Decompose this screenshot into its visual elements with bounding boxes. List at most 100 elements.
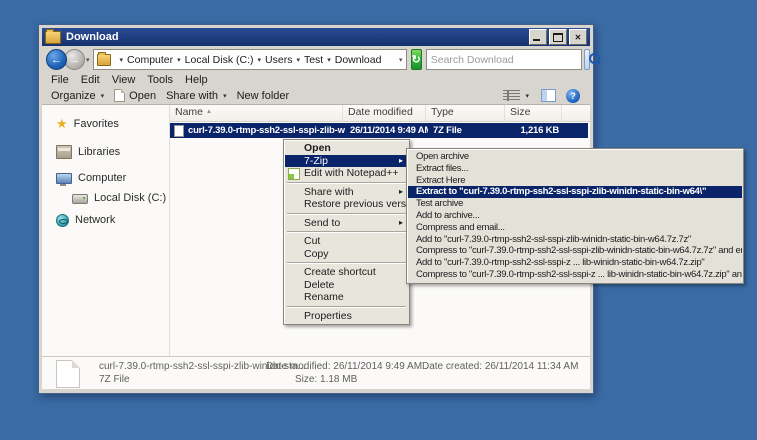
close-button[interactable]	[569, 29, 587, 45]
submenu-add-to-zip[interactable]: Add to "curl-7.39.0-rtmp-ssh2-ssl-sspi-z…	[408, 257, 742, 269]
menu-tools[interactable]: Tools	[147, 74, 173, 86]
search-button[interactable]	[584, 49, 590, 70]
sidebar-label: Computer	[78, 172, 126, 184]
chevron-down-icon[interactable]: ▾	[525, 92, 529, 100]
sidebar-item-computer[interactable]: Computer	[56, 171, 126, 185]
maximize-button[interactable]	[549, 29, 567, 45]
search-input[interactable]: Search Download	[426, 49, 582, 70]
open-label: Open	[129, 90, 156, 102]
breadcrumb-users[interactable]: Users	[265, 54, 292, 66]
context-menu-create-shortcut[interactable]: Create shortcut	[285, 266, 408, 279]
submenu-extract-here[interactable]: Extract Here	[408, 175, 742, 187]
organize-button[interactable]: Organize ▾	[51, 90, 104, 102]
context-menu-cut[interactable]: Cut	[285, 235, 408, 248]
refresh-button[interactable]: ↻	[411, 49, 422, 70]
breadcrumb-computer[interactable]: Computer	[127, 54, 173, 66]
breadcrumb-chevron-icon[interactable]: ▾	[120, 56, 124, 64]
column-header-type[interactable]: Type	[426, 105, 505, 121]
submenu-open-archive[interactable]: Open archive	[408, 151, 742, 163]
breadcrumb-chevron-icon[interactable]: ▾	[296, 56, 300, 64]
menu-separator	[287, 213, 406, 215]
menu-item-label: Edit with Notepad++	[304, 167, 399, 179]
menu-separator	[287, 262, 406, 264]
menu-help[interactable]: Help	[185, 74, 208, 86]
sidebar-label: Favorites	[74, 118, 119, 130]
file-name: curl-7.39.0-rtmp-ssh2-ssl-sspi-zlib-wini…	[188, 125, 345, 136]
column-header-name[interactable]: Name▲	[170, 105, 343, 121]
context-menu-7zip[interactable]: 7-Zip	[285, 155, 408, 168]
menu-separator	[287, 231, 406, 233]
share-with-button[interactable]: Share with ▾	[166, 90, 227, 102]
context-menu-send-to[interactable]: Send to	[285, 217, 408, 230]
address-breadcrumb[interactable]: ▾ Computer ▾ Local Disk (C:) ▾ Users ▾ T…	[93, 49, 407, 70]
sidebar-item-network[interactable]: Network	[56, 213, 115, 227]
submenu-test-archive[interactable]: Test archive	[408, 198, 742, 210]
disk-icon	[72, 194, 88, 204]
sidebar-item-libraries[interactable]: Libraries	[56, 145, 120, 159]
chevron-down-icon: ▾	[223, 92, 227, 100]
context-menu: Open 7-Zip Edit with Notepad++ Share wit…	[283, 139, 410, 325]
address-dropdown-icon[interactable]: ▾	[399, 56, 403, 64]
submenu-compress-to-zip-and-email[interactable]: Compress to "curl-7.39.0-rtmp-ssh2-ssl-s…	[408, 269, 742, 281]
details-date-modified: Date modified: 26/11/2014 9:49 AM	[266, 361, 422, 372]
breadcrumb-chevron-icon[interactable]: ▾	[327, 56, 331, 64]
address-row: ← → ▾ ▾ Computer ▾ Local Disk (C:) ▾ Use…	[42, 47, 590, 72]
notepadpp-icon	[288, 168, 300, 180]
help-icon[interactable]: ?	[566, 89, 580, 103]
submenu-compress-and-email[interactable]: Compress and email...	[408, 222, 742, 234]
context-menu-copy[interactable]: Copy	[285, 248, 408, 261]
forward-button[interactable]: →	[64, 49, 85, 70]
submenu-extract-files[interactable]: Extract files...	[408, 163, 742, 175]
context-menu-open[interactable]: Open	[285, 142, 408, 155]
change-view-icon[interactable]	[503, 90, 520, 101]
sidebar-label: Local Disk (C:)	[94, 192, 166, 204]
file-row-selected[interactable]: curl-7.39.0-rtmp-ssh2-ssl-sspi-zlib-wini…	[170, 123, 588, 138]
desktop: Download ← → ▾ ▾ Computer ▾ Local Disk (…	[0, 0, 757, 440]
computer-icon	[56, 173, 72, 184]
menu-separator	[287, 306, 406, 308]
menu-separator	[287, 182, 406, 184]
details-date-created: Date created: 26/11/2014 11:34 AM	[422, 361, 578, 372]
menu-edit[interactable]: Edit	[81, 74, 100, 86]
context-menu-rename[interactable]: Rename	[285, 291, 408, 304]
submenu-extract-to-folder[interactable]: Extract to "curl-7.39.0-rtmp-ssh2-ssl-ss…	[408, 186, 742, 198]
details-pane: curl-7.39.0-rtmp-ssh2-ssl-sspi-zlib-wini…	[42, 356, 590, 389]
sidebar-label: Network	[75, 214, 115, 226]
7zip-submenu: Open archive Extract files... Extract He…	[406, 148, 744, 284]
context-menu-share-with[interactable]: Share with	[285, 186, 408, 199]
submenu-add-to-archive[interactable]: Add to archive...	[408, 210, 742, 222]
column-headers: Name▲ Date modified Type Size	[170, 105, 590, 122]
context-menu-restore-previous-versions[interactable]: Restore previous versions	[285, 198, 408, 211]
back-button[interactable]: ←	[46, 49, 67, 70]
preview-pane-icon[interactable]	[541, 89, 556, 102]
submenu-add-to-7z[interactable]: Add to "curl-7.39.0-rtmp-ssh2-ssl-sspi-z…	[408, 234, 742, 246]
breadcrumb-chevron-icon[interactable]: ▾	[258, 56, 262, 64]
history-dropdown-icon[interactable]: ▾	[86, 56, 90, 64]
submenu-compress-to-7z-and-email[interactable]: Compress to "curl-7.39.0-rtmp-ssh2-ssl-s…	[408, 245, 742, 257]
breadcrumb-chevron-icon[interactable]: ▾	[177, 56, 181, 64]
minimize-button[interactable]	[529, 29, 547, 45]
file-size: 1,216 KB	[507, 125, 559, 136]
breadcrumb-local-disk[interactable]: Local Disk (C:)	[185, 54, 254, 66]
breadcrumb-test[interactable]: Test	[304, 54, 323, 66]
network-icon	[56, 214, 69, 227]
title-bar[interactable]: Download	[42, 28, 590, 46]
open-button[interactable]: Open	[114, 89, 156, 102]
toolbar-right-group: ▾ ?	[503, 89, 580, 103]
chevron-down-icon: ▾	[101, 92, 105, 100]
file-icon	[174, 125, 184, 137]
new-folder-button[interactable]: New folder	[237, 90, 290, 102]
sidebar-item-favorites[interactable]: ★ Favorites	[56, 117, 119, 131]
menu-file[interactable]: File	[51, 74, 69, 86]
column-header-size[interactable]: Size	[505, 105, 562, 121]
sidebar-item-local-disk[interactable]: Local Disk (C:)	[72, 191, 166, 205]
breadcrumb-download[interactable]: Download	[335, 54, 382, 66]
context-menu-delete[interactable]: Delete	[285, 279, 408, 292]
column-header-date-modified[interactable]: Date modified	[343, 105, 426, 121]
menu-view[interactable]: View	[112, 74, 136, 86]
folder-icon	[45, 31, 61, 44]
context-menu-edit-with-notepadpp[interactable]: Edit with Notepad++	[285, 167, 408, 180]
details-size: Size: 1.18 MB	[295, 374, 357, 385]
sidebar-label: Libraries	[78, 146, 120, 158]
context-menu-properties[interactable]: Properties	[285, 310, 408, 323]
